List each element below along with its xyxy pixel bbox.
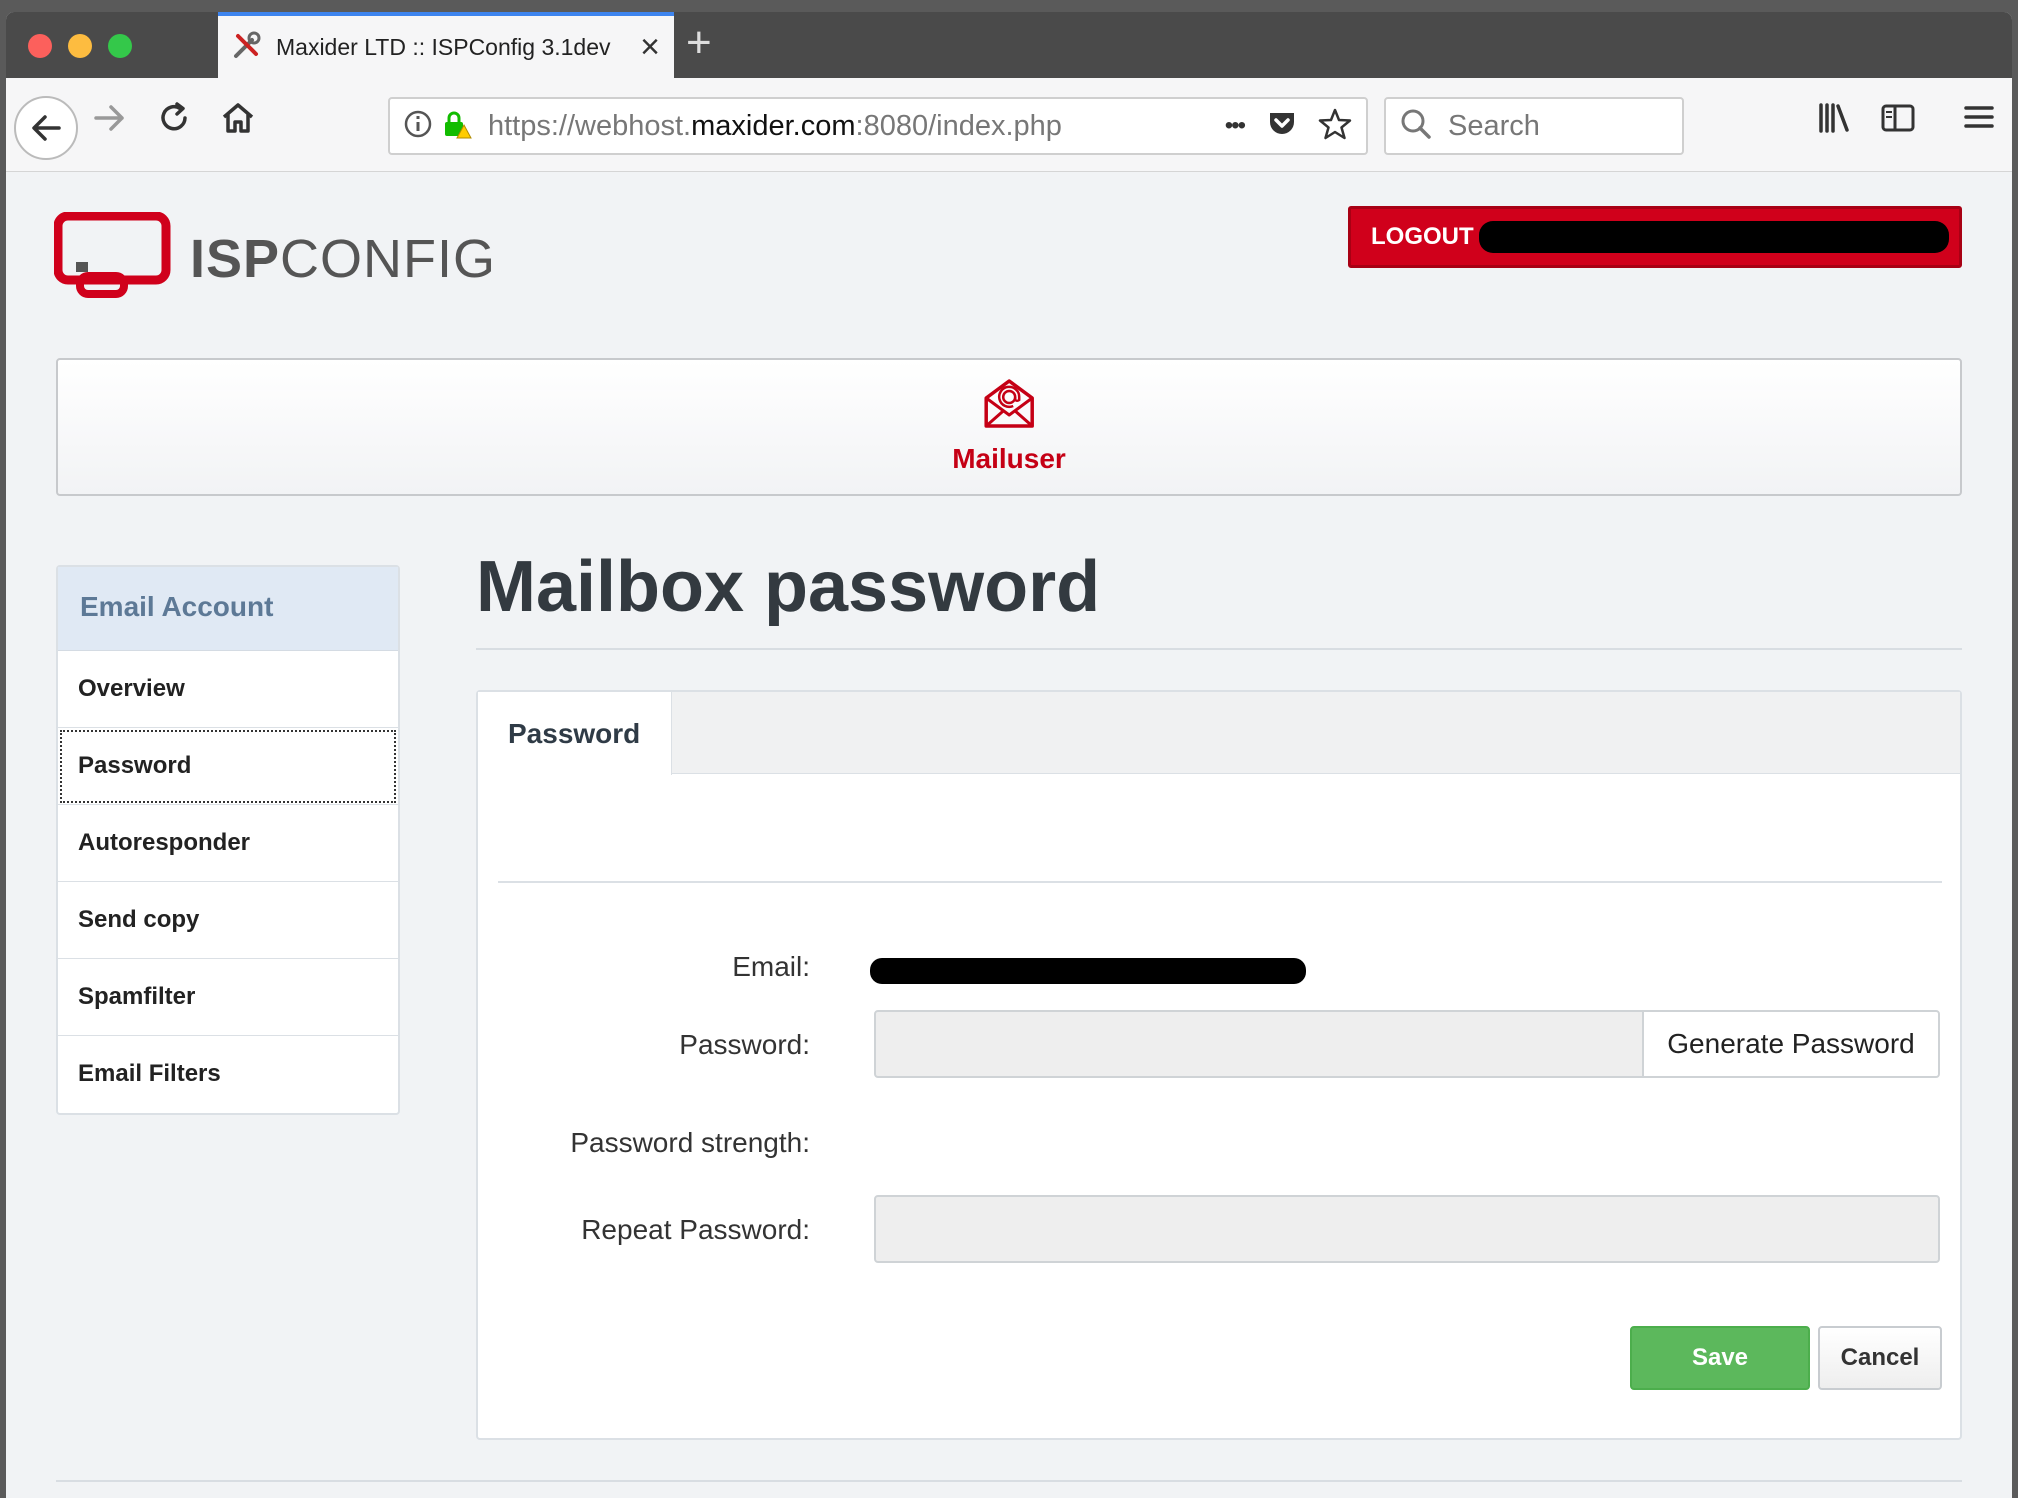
tab-password[interactable]: Password [478, 692, 672, 775]
search-box[interactable]: Search [1384, 97, 1684, 155]
monitor-logo-icon [53, 211, 172, 305]
pocket-icon[interactable] [1266, 108, 1298, 145]
title-divider [476, 648, 1962, 650]
cancel-button[interactable]: Cancel [1818, 1326, 1942, 1390]
menu-icon[interactable] [1962, 100, 1996, 144]
form-divider [498, 881, 1942, 883]
bookmark-star-icon[interactable] [1318, 107, 1352, 146]
minimize-window-button[interactable] [68, 34, 92, 58]
back-button[interactable] [14, 96, 78, 160]
password-input[interactable] [874, 1010, 1644, 1078]
forward-button[interactable] [92, 100, 128, 146]
password-strength-label: Password strength: [570, 1127, 810, 1158]
page-actions-icon[interactable]: ••• [1225, 112, 1246, 140]
sidebar: Email Account Overview Password Autoresp… [56, 565, 400, 1115]
sidebar-toggle-icon[interactable] [1880, 100, 1916, 146]
page-content: ISP CONFIG LOGOUT Mailuser Email Account … [6, 172, 2012, 1498]
home-button[interactable] [220, 100, 256, 146]
url-text: https://webhost.maxider.com:8080/index.p… [488, 109, 1062, 142]
redacted-email-value [870, 958, 1306, 984]
navigation-toolbar: https://webhost.maxider.com:8080/index.p… [6, 78, 2012, 172]
warning-lock-icon[interactable] [442, 109, 472, 144]
sidebar-item-send-copy[interactable]: Send copy [58, 882, 398, 959]
redacted-username [1479, 221, 1949, 253]
email-label: Email: [732, 951, 810, 982]
logo-text-bold: ISP [190, 228, 281, 289]
logo-text-light: CONFIG [280, 228, 497, 289]
password-label: Password: [679, 1029, 810, 1060]
generate-password-button[interactable]: Generate Password [1642, 1010, 1940, 1078]
module-bar: Mailuser [56, 358, 1962, 496]
sidebar-item-overview[interactable]: Overview [58, 651, 398, 728]
ispconfig-logo[interactable]: ISP CONFIG [53, 211, 497, 305]
tools-favicon-icon [232, 30, 262, 65]
browser-tab[interactable]: Maxider LTD :: ISPConfig 3.1dev × [218, 12, 674, 78]
close-tab-icon[interactable]: × [640, 28, 660, 67]
logout-label: LOGOUT [1371, 223, 1474, 250]
new-tab-button[interactable]: + [686, 18, 712, 68]
address-bar[interactable]: https://webhost.maxider.com:8080/index.p… [388, 97, 1368, 155]
repeat-password-input[interactable] [874, 1195, 1940, 1263]
tab-strip: Password [478, 692, 1960, 775]
sidebar-header: Email Account [58, 567, 398, 651]
module-mailuser[interactable]: Mailuser [952, 378, 1066, 475]
repeat-password-label: Repeat Password: [581, 1214, 810, 1245]
module-label: Mailuser [952, 443, 1066, 474]
library-icon[interactable] [1816, 100, 1852, 146]
search-placeholder: Search [1448, 109, 1540, 142]
search-icon [1400, 108, 1432, 145]
page-title: Mailbox password [476, 547, 1101, 627]
form-panel: Password Email: Password: Generate Passw… [476, 690, 1962, 1440]
logout-button[interactable]: LOGOUT [1348, 206, 1962, 268]
footer-divider [56, 1480, 1962, 1482]
tab-bar: Maxider LTD :: ISPConfig 3.1dev × + [6, 12, 2012, 78]
browser-window: Maxider LTD :: ISPConfig 3.1dev × + http… [6, 12, 2012, 1498]
envelope-at-icon [982, 379, 1036, 434]
sidebar-item-email-filters[interactable]: Email Filters [58, 1036, 398, 1113]
maximize-window-button[interactable] [108, 34, 132, 58]
save-button[interactable]: Save [1630, 1326, 1810, 1390]
sidebar-item-spamfilter[interactable]: Spamfilter [58, 959, 398, 1036]
sidebar-item-password[interactable]: Password [58, 728, 398, 805]
reload-button[interactable] [156, 100, 192, 146]
close-window-button[interactable] [28, 34, 52, 58]
sidebar-item-autoresponder[interactable]: Autoresponder [58, 805, 398, 882]
info-icon[interactable] [404, 110, 432, 143]
tab-title: Maxider LTD :: ISPConfig 3.1dev [276, 33, 611, 60]
